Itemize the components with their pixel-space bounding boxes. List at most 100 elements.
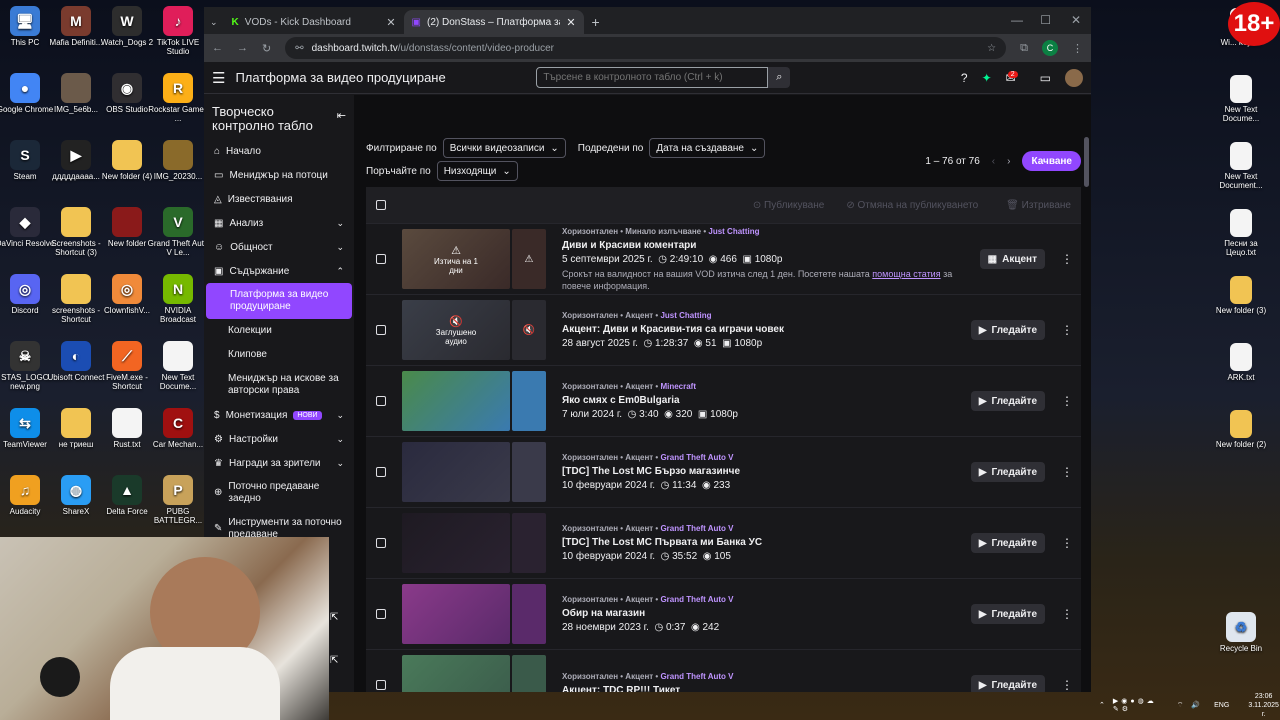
desktop-file[interactable]: New Text Docume...	[1210, 75, 1272, 123]
video-title[interactable]: Обир на магазин	[562, 608, 955, 619]
volume-icon[interactable]: 🔊	[1191, 701, 1200, 709]
scrollbar[interactable]	[1084, 137, 1089, 187]
video-row[interactable]: Хоризонтален • Акцент • Grand Theft Auto…	[366, 436, 1081, 507]
video-title[interactable]: Акцент: TDC RP!!! Тикет	[562, 685, 955, 693]
watch-button[interactable]: ▶ Гледайте	[970, 604, 1045, 624]
help-icon[interactable]: ?	[961, 71, 968, 85]
game-link[interactable]: Just Chatting	[708, 227, 759, 236]
desktop-shortcut[interactable]: C Car Mechan...	[147, 408, 209, 449]
video-thumbnails[interactable]	[402, 655, 546, 692]
bookmark-star-icon[interactable]: ☆	[987, 43, 996, 54]
sidebar-item[interactable]: ⊕ Поточно предаване заедно	[204, 475, 354, 511]
more-options-icon[interactable]: ⋮	[1061, 252, 1073, 266]
desktop-shortcut[interactable]: New Text Docume...	[147, 341, 209, 391]
video-row[interactable]: Хоризонтален • Акцент • Minecraft Яко смя…	[366, 365, 1081, 436]
sidebar-item[interactable]: ⚙ Настройки ⌄	[204, 427, 354, 451]
sidebar-subitem-active[interactable]: Платформа за видео продуциране	[206, 283, 352, 319]
sidebar-item[interactable]: ▣ Съдържание ⌃	[204, 259, 354, 283]
desktop-file[interactable]: Песни за Цецо.txt	[1210, 209, 1272, 257]
video-title[interactable]: [TDC] The Lost MC Първата ми Банка УС	[562, 537, 955, 548]
desktop-shortcut[interactable]: R Rockstar Games ...	[147, 73, 209, 123]
new-tab-button[interactable]: +	[592, 14, 600, 30]
prev-page-icon[interactable]: ‹	[992, 156, 995, 167]
sidebar-subitem[interactable]: Мениджър на искове за авторски права	[204, 367, 354, 403]
desktop-shortcut[interactable]: N NVIDIA Broadcast	[147, 274, 209, 324]
video-thumbnails[interactable]	[402, 584, 546, 644]
more-options-icon[interactable]: ⋮	[1061, 465, 1073, 479]
row-checkbox[interactable]	[376, 254, 386, 264]
tab-search-icon[interactable]: ⌄	[210, 17, 218, 28]
minimize-icon[interactable]: —	[1011, 13, 1023, 27]
close-icon[interactable]: ✕	[386, 16, 395, 29]
filter-dropdown[interactable]: Всички видеозаписи ⌄	[442, 138, 566, 158]
video-title[interactable]: Диви и Красиви коментари	[562, 240, 964, 251]
desktop-shortcut[interactable]: ♪ TikTok LIVE Studio	[147, 6, 209, 56]
inbox-icon[interactable]: ✉2	[1006, 70, 1026, 85]
search-button[interactable]: ⌕	[768, 67, 791, 88]
popout-icon[interactable]: ⇱	[330, 612, 338, 623]
video-thumbnails[interactable]	[402, 442, 546, 502]
more-options-icon[interactable]: ⋮	[1061, 607, 1073, 621]
video-row[interactable]: Хоризонтален • Акцент • Grand Theft Auto…	[366, 649, 1081, 692]
whispers-icon[interactable]: ▭	[1040, 71, 1051, 85]
tray-app-icons[interactable]: ▶◉●◍☁✎⚙	[1113, 697, 1169, 713]
more-options-icon[interactable]: ⋮	[1061, 394, 1073, 408]
sidebar-item[interactable]: ▭ Мениджър на потоци	[204, 163, 354, 187]
watch-button[interactable]: ▶ Гледайте	[970, 462, 1045, 482]
desktop-file[interactable]: New Text Document...	[1210, 142, 1272, 190]
sort-dropdown[interactable]: Дата на създаване ⌄	[649, 138, 766, 158]
video-title[interactable]: Акцент: Диви и Красиви-тия са играчи чов…	[562, 324, 955, 335]
language-indicator[interactable]: ENG	[1214, 702, 1229, 709]
publish-button[interactable]: ⊙ Публикуване	[753, 200, 825, 211]
desktop-shortcut[interactable]: P PUBG BATTLEGR...	[147, 475, 209, 525]
desktop-shortcut[interactable]: V Grand Theft Auto V Le...	[147, 207, 209, 257]
back-icon[interactable]: ←	[212, 42, 223, 54]
row-checkbox[interactable]	[376, 538, 386, 548]
watch-button[interactable]: ▶ Гледайте	[970, 391, 1045, 411]
game-link[interactable]: Grand Theft Auto V	[660, 524, 733, 533]
help-article-link[interactable]: помощна статия	[872, 269, 940, 279]
profile-avatar[interactable]: C	[1042, 40, 1058, 56]
desktop-folder[interactable]: New folder (3)	[1210, 276, 1272, 315]
video-thumbnails[interactable]: 🔇 Заглушено аудио 🔇	[402, 300, 546, 360]
order-dropdown[interactable]: Низходящи ⌄	[436, 161, 518, 181]
close-window-icon[interactable]: ✕	[1071, 13, 1081, 27]
row-checkbox[interactable]	[376, 680, 386, 690]
clock[interactable]: 23:06 3.11.2025 г.	[1247, 692, 1280, 719]
video-row[interactable]: Хоризонтален • Акцент • Grand Theft Auto…	[366, 507, 1081, 578]
game-link[interactable]: Grand Theft Auto V	[660, 453, 733, 462]
more-options-icon[interactable]: ⋮	[1061, 678, 1073, 692]
url-field[interactable]: ⚯ dashboard.twitch.tv/u/donstass/content…	[285, 37, 1007, 59]
video-row[interactable]: ⚠ Изтича на 1 дни ⚠ Хоризонтален • Минало и…	[366, 223, 1081, 294]
site-info-icon[interactable]: ⚯	[295, 43, 303, 54]
recycle-bin[interactable]: ♻ Recycle Bin	[1210, 612, 1272, 653]
desktop-file[interactable]: ARK.txt	[1210, 343, 1272, 382]
browser-menu-icon[interactable]: ⋮	[1072, 42, 1083, 55]
video-thumbnails[interactable]	[402, 371, 546, 431]
game-link[interactable]: Just Chatting	[660, 311, 711, 320]
select-all-checkbox[interactable]	[376, 200, 386, 210]
maximize-icon[interactable]: ☐	[1040, 13, 1051, 27]
unpublish-button[interactable]: ⊘ Отмяна на публикуването	[846, 200, 978, 211]
delete-button[interactable]: 🗑 Изтриване	[1006, 200, 1071, 211]
sidebar-subitem[interactable]: Колекции	[204, 319, 354, 343]
wifi-icon[interactable]: ⌔	[1177, 701, 1184, 710]
tray-chevron-icon[interactable]: ⌃	[1099, 701, 1105, 709]
reload-icon[interactable]: ↻	[262, 42, 271, 55]
sidebar-item[interactable]: ◬ Известявания	[204, 187, 354, 211]
sidebar-item[interactable]: ♛ Награди за зрители ⌄	[204, 451, 354, 475]
popout-icon[interactable]: ⇱	[330, 655, 338, 666]
game-link[interactable]: Grand Theft Auto V	[660, 595, 733, 604]
watch-button[interactable]: ▶ Гледайте	[970, 533, 1045, 553]
more-options-icon[interactable]: ⋮	[1061, 323, 1073, 337]
video-title[interactable]: Яко смях с Em0Bulgaria	[562, 395, 955, 406]
desktop-shortcut[interactable]: IMG_20230...	[147, 140, 209, 181]
game-link[interactable]: Grand Theft Auto V	[660, 672, 733, 681]
video-row[interactable]: Хоризонтален • Акцент • Grand Theft Auto…	[366, 578, 1081, 649]
sidebar-subitem[interactable]: Клипове	[204, 343, 354, 367]
desktop-folder[interactable]: New folder (2)	[1210, 410, 1272, 449]
game-link[interactable]: Minecraft	[660, 382, 696, 391]
hamburger-menu-icon[interactable]: ☰	[212, 69, 225, 87]
row-checkbox[interactable]	[376, 325, 386, 335]
sidebar-item[interactable]: ⌂ Начало	[204, 139, 354, 163]
